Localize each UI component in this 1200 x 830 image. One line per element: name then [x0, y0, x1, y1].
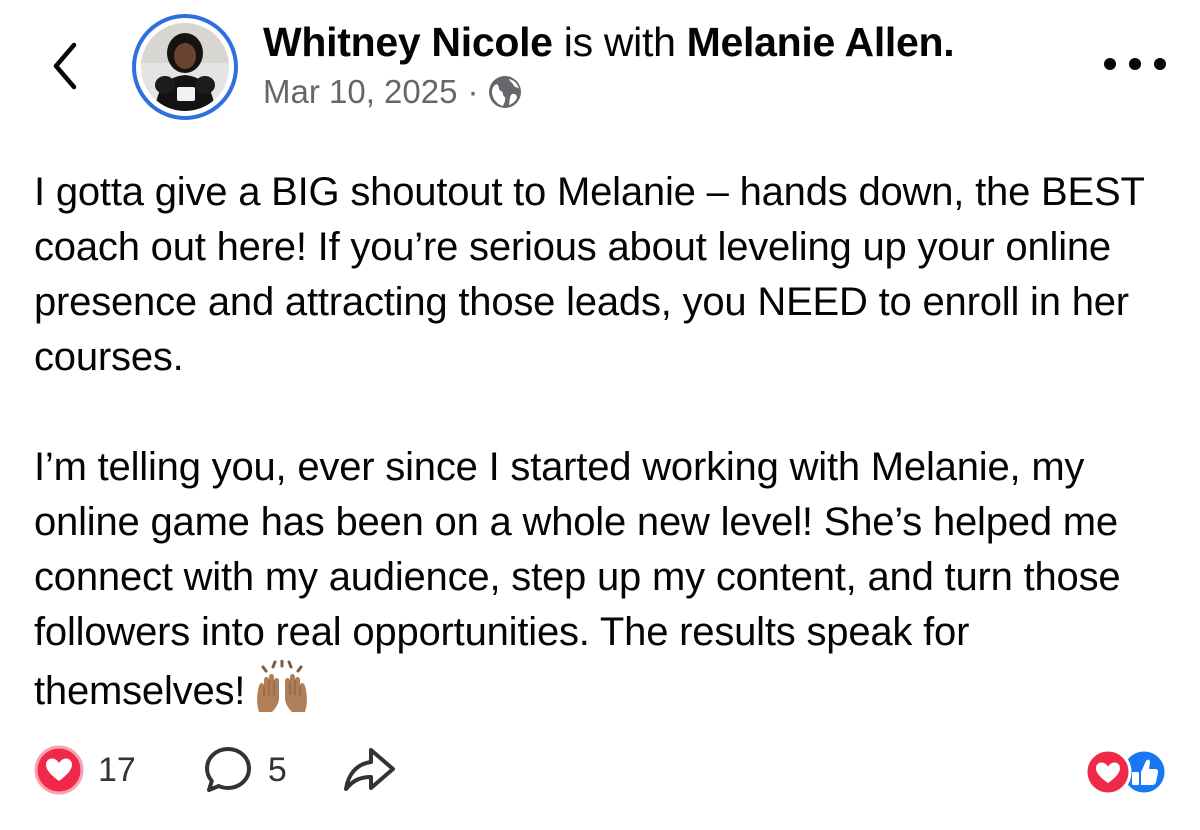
share-arrow-icon [343, 748, 395, 791]
post-paragraph: I’m telling you, ever since I started wo… [34, 445, 1121, 713]
like-count: 17 [98, 750, 136, 789]
comment-bubble-icon [204, 747, 251, 792]
post-paragraph-last: I’m telling you, ever since I started wo… [34, 440, 1179, 719]
globe-icon [488, 75, 522, 109]
reaction-summary[interactable] [1082, 748, 1170, 796]
chevron-left-icon [53, 42, 77, 90]
tagged-name[interactable]: Melanie Allen. [687, 19, 955, 65]
profile-photo [141, 23, 229, 111]
with-text: is with [563, 19, 676, 65]
back-button[interactable] [40, 38, 90, 94]
love-reaction-icon [1084, 748, 1132, 796]
post-header: Whitney Nicole is with Melanie Allen. Ma… [263, 16, 1093, 114]
meta-separator: · [467, 73, 479, 110]
author-line: Whitney Nicole is with Melanie Allen. [263, 16, 1093, 68]
heart-reaction-icon [34, 745, 84, 795]
post-meta: Mar 10, 2025 · [263, 70, 1093, 114]
raising-hands-emoji-icon [253, 659, 311, 714]
comment-button[interactable]: 5 [202, 744, 287, 796]
post-date[interactable]: Mar 10, 2025 [263, 70, 457, 114]
comment-count: 5 [267, 750, 287, 789]
author-name[interactable]: Whitney Nicole [263, 19, 553, 65]
post-actions: 17 5 [34, 742, 397, 798]
avatar[interactable] [132, 14, 238, 120]
more-dot-icon [1154, 58, 1166, 70]
like-button[interactable]: 17 [34, 745, 136, 795]
post-text: I gotta give a BIG shoutout to Melanie –… [34, 165, 1179, 719]
more-options-button[interactable] [1104, 46, 1166, 82]
share-button[interactable] [341, 744, 397, 796]
post-paragraph: I gotta give a BIG shoutout to Melanie –… [34, 170, 1144, 379]
more-dot-icon [1104, 58, 1116, 70]
more-dot-icon [1129, 58, 1141, 70]
